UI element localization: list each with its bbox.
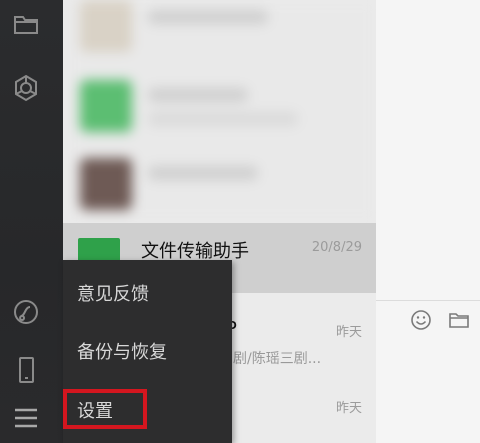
phone-icon[interactable] (11, 355, 41, 385)
chat-pane (376, 0, 480, 443)
menu-item-backup-restore[interactable]: 备份与恢复 (77, 338, 167, 364)
menu-icon[interactable] (11, 403, 41, 433)
file-icon[interactable] (448, 309, 470, 331)
chat-time: 20/8/29 (311, 240, 362, 255)
chat-time: 昨天 (335, 401, 362, 416)
mini-program-icon[interactable] (11, 73, 41, 103)
input-divider (376, 300, 480, 301)
folder-icon[interactable] (11, 9, 41, 39)
moments-icon[interactable] (11, 297, 41, 327)
sidebar (0, 0, 63, 443)
settings-highlight-box (63, 389, 147, 429)
blurred-chat-list (68, 0, 376, 222)
chat-time: 昨天 (335, 325, 362, 340)
emoji-icon[interactable] (410, 309, 432, 331)
chat-preview: 剧/陈瑶三剧... (233, 351, 322, 367)
menu-item-feedback[interactable]: 意见反馈 (77, 280, 149, 306)
